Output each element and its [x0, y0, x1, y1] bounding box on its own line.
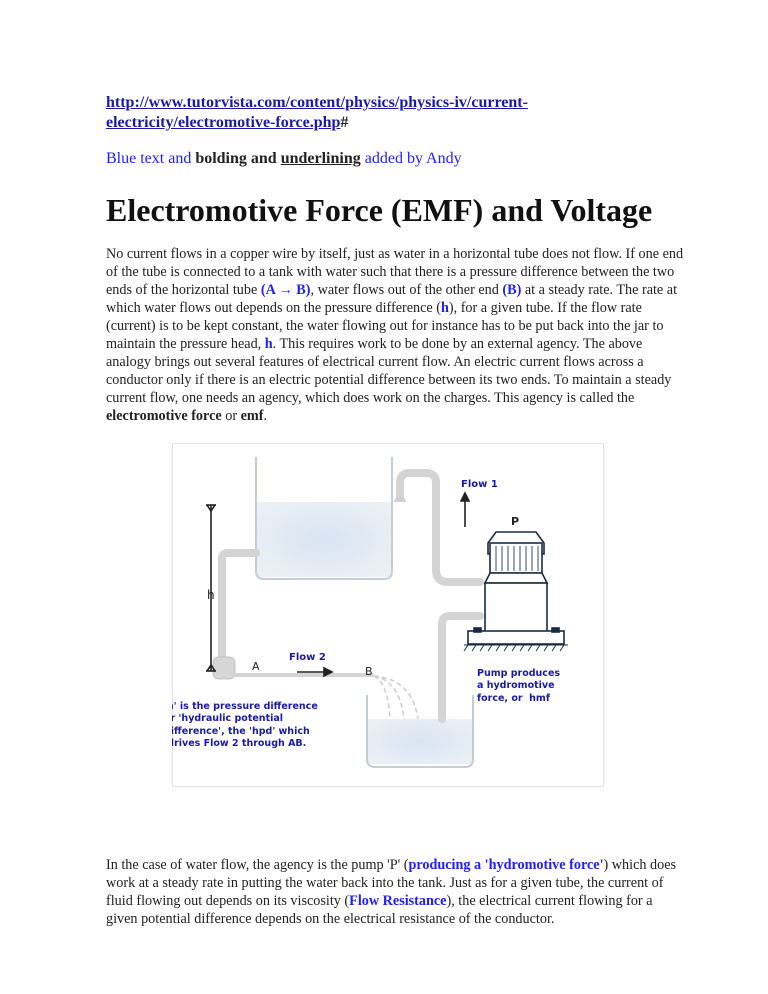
label-h: h [207, 588, 215, 602]
upper-tank-water [257, 502, 392, 577]
highlight-b: (B) [502, 282, 522, 298]
note-underline: underlining [280, 150, 361, 167]
bold-emf-term: electromotive force [106, 408, 222, 424]
pump-caption-line: force, or hmf [477, 693, 551, 704]
lower-tank-water [368, 719, 473, 764]
water-flow-diagram: Flow 1 P h A Flow 2 B Pump produces a hy… [172, 443, 604, 787]
h-caption-line: 'h' is the pressure difference [172, 701, 318, 712]
label-flow1: Flow 1 [461, 479, 498, 490]
page-title: Electromotive Force (EMF) and Voltage [106, 192, 653, 228]
pump-caption-line: a hydromotive [477, 680, 555, 691]
h-caption-line: or 'hydraulic potential [172, 713, 283, 724]
h-caption-line: difference', the 'hpd' which [172, 726, 310, 737]
edit-note: Blue text and bolding and underlining ad… [106, 149, 462, 169]
paragraph-pump: In the case of water flow, the agency is… [106, 856, 686, 928]
text: or [221, 408, 241, 424]
label-flow2: Flow 2 [289, 652, 326, 663]
pump-caption-line: Pump produces [477, 668, 560, 679]
pump-caption: Pump produces a hydromotive force, or hm… [477, 668, 560, 704]
pump-base [467, 630, 565, 645]
note-bold: bolding and [195, 150, 277, 167]
h-caption-line: drives Flow 2 through AB. [172, 738, 306, 749]
label-b: B [365, 665, 373, 678]
pump-motor [489, 542, 543, 574]
paragraph-intro: No current flows in a copper wire by its… [106, 245, 686, 425]
source-url-link[interactable]: http://www.tutorvista.com/content/physic… [106, 94, 528, 131]
note-text-2: added by Andy [360, 150, 462, 167]
highlight-a-to-b: (A → B) [260, 282, 311, 298]
highlight-hydromotive-force: producing a 'hydromotive force' [408, 857, 604, 873]
label-a: A [252, 660, 260, 673]
note-text-1: Blue text and [106, 150, 196, 167]
text: . [263, 408, 267, 424]
source-url-hash: # [340, 114, 349, 131]
outlet-nozzle [394, 497, 406, 502]
highlight-h: h [264, 336, 273, 352]
text: In the case of water flow, the agency is… [106, 857, 409, 873]
text: , water flows out of the other end [310, 282, 503, 298]
bold-emf-abbrev: emf [240, 408, 264, 424]
highlight-flow-resistance: Flow Resistance [349, 893, 447, 909]
highlight-h: h [441, 300, 449, 316]
label-pump-p: P [511, 515, 519, 528]
source-link-block: http://www.tutorvista.com/content/physic… [106, 93, 686, 133]
pump-shoulder [483, 572, 549, 584]
